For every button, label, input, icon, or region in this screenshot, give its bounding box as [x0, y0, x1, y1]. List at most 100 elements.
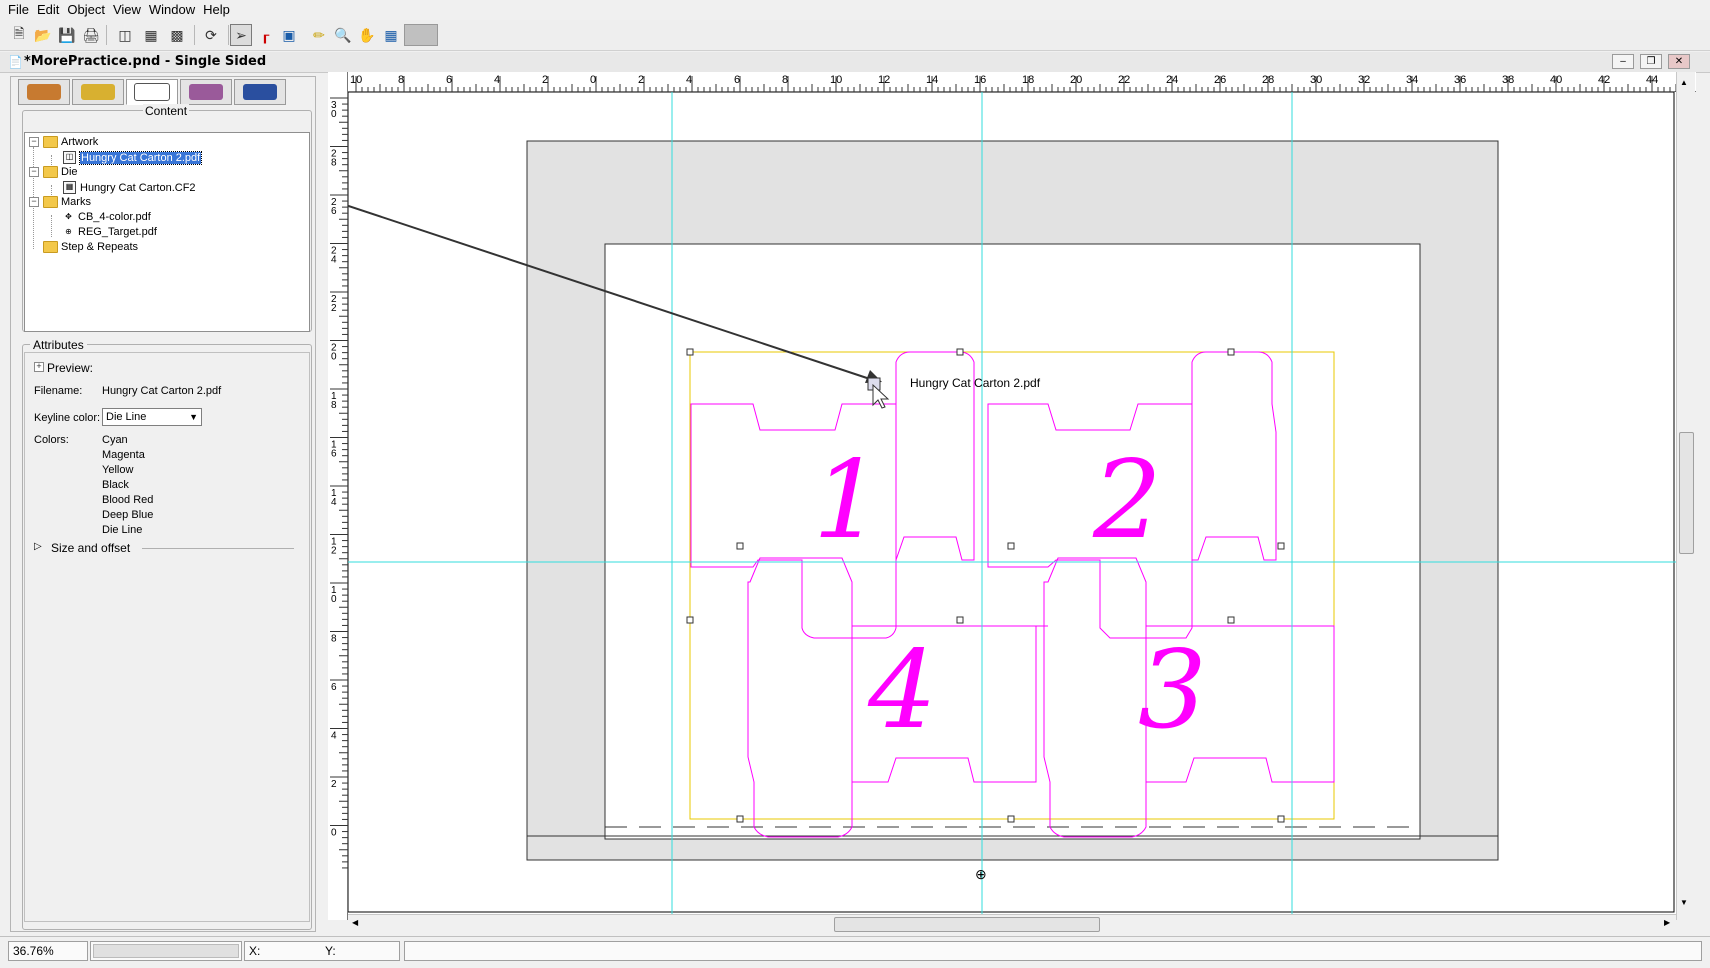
artwork-icon[interactable]: ◫ — [114, 24, 136, 46]
ruler-label: 6 — [331, 682, 337, 693]
color-swatch-icon[interactable] — [404, 24, 438, 46]
ruler-label: 0 — [331, 594, 337, 605]
ruler-label: 2 — [331, 779, 337, 790]
ruler-label: 8 — [398, 74, 404, 86]
keyline-color-select[interactable]: Die Line ▼ — [102, 408, 202, 426]
ruler-label: 42 — [1598, 74, 1610, 86]
ruler-label: 0 — [590, 74, 596, 86]
vertical-scroll-thumb[interactable] — [1679, 432, 1694, 554]
restore-button[interactable]: ❐ — [1640, 54, 1662, 69]
ruler-label: 38 — [1502, 74, 1514, 86]
tree-item-die[interactable]: Die — [43, 166, 78, 178]
scroll-left-icon[interactable]: ◀ — [352, 918, 358, 927]
pointer-tool-icon[interactable]: ➢ — [230, 24, 252, 46]
layout-canvas[interactable]: 1 2 4 3 ⊕ Hungry Cat Carton 2.pdf — [348, 92, 1676, 914]
size-offset-expand-icon[interactable]: ▷ — [34, 541, 42, 552]
menu-file[interactable]: File — [4, 0, 33, 20]
zoom-tool-icon[interactable]: 🔍 — [332, 24, 354, 46]
scroll-up-icon[interactable]: ▲ — [1680, 78, 1688, 87]
colors-label: Colors: — [34, 434, 69, 446]
crop-tool-icon[interactable]: ┎ — [254, 24, 276, 46]
size-offset-label[interactable]: Size and offset — [51, 541, 130, 555]
grid-tool-icon[interactable]: ▦ — [380, 24, 402, 46]
tree-item-step-repeats[interactable]: Step & Repeats — [43, 241, 138, 253]
ruler-label: 30 — [1310, 74, 1322, 86]
align-tool-icon[interactable]: ▣ — [278, 24, 300, 46]
tree-item-artwork[interactable]: Artwork — [43, 136, 98, 148]
ruler-label: 14 — [926, 74, 938, 86]
y-label: Y: — [325, 944, 336, 958]
open-folder-icon[interactable]: 📂 — [32, 24, 54, 46]
folder-icon — [43, 196, 58, 208]
ruler-label: 8 — [331, 158, 337, 169]
ruler-label: 0 — [331, 109, 337, 120]
status-message — [404, 941, 1702, 961]
hand-tool-icon[interactable]: ✋ — [356, 24, 378, 46]
properties-tab[interactable] — [234, 79, 286, 105]
menu-edit[interactable]: Edit — [33, 0, 63, 20]
menu-view[interactable]: View — [109, 0, 145, 20]
vertical-scrollbar[interactable]: ▲ ▼ — [1676, 72, 1695, 920]
ruler-label: 0 — [331, 828, 337, 839]
tree-item-marks[interactable]: Marks — [43, 196, 91, 208]
info-tab-icon — [27, 84, 61, 100]
ruler-label: 32 — [1358, 74, 1370, 86]
vertical-ruler-ticks: 302826242220181614121086420 — [330, 97, 348, 869]
close-button[interactable]: ✕ — [1668, 54, 1690, 69]
horizontal-scrollbar[interactable]: ◀ ▶ — [348, 914, 1676, 933]
ruler-label: 4 — [331, 731, 337, 742]
die-collapse-toggle[interactable]: − — [29, 167, 39, 177]
scroll-right-icon[interactable]: ▶ — [1664, 918, 1670, 927]
color-item: Cyan — [102, 434, 128, 446]
drag-file-label: Hungry Cat Carton 2.pdf — [910, 376, 1041, 390]
document-icon: 📄 — [8, 55, 23, 69]
carton-number-4: 4 — [867, 628, 937, 753]
menu-object[interactable]: Object — [63, 0, 109, 20]
save-icon[interactable]: 💾 — [56, 24, 78, 46]
tree-item-mark-cb[interactable]: ✥ CB_4-color.pdf — [63, 211, 151, 223]
new-document-icon[interactable]: 🗎 — [8, 24, 30, 46]
print-icon[interactable]: 🖨 — [80, 24, 102, 46]
ruler-label: 6 — [331, 206, 337, 217]
content-tab[interactable] — [126, 79, 178, 105]
layout-tab[interactable] — [180, 79, 232, 105]
mark-icon[interactable]: ▩ — [166, 24, 188, 46]
menu-window[interactable]: Window — [145, 0, 199, 20]
menu-help[interactable]: Help — [199, 0, 234, 20]
folder-icon — [43, 166, 58, 178]
ruler-label: 12 — [878, 74, 890, 86]
ruler-label: 10 — [350, 74, 362, 86]
tree-item-mark-reg[interactable]: ⊕ REG_Target.pdf — [63, 226, 157, 238]
horizontal-scroll-thumb[interactable] — [834, 917, 1100, 932]
vertical-ruler[interactable]: 302826242220181614121086420 — [328, 72, 348, 920]
minimize-button[interactable]: – — [1612, 54, 1634, 69]
ruler-label: 36 — [1454, 74, 1466, 86]
tree-item-artwork-file[interactable]: ◫ Hungry Cat Carton 2.pdf — [63, 150, 203, 165]
filename-label: Filename: — [34, 385, 83, 397]
ruler-label: 6 — [331, 449, 337, 460]
artwork-collapse-toggle[interactable]: − — [29, 137, 39, 147]
ruler-label: 34 — [1406, 74, 1418, 86]
horizontal-ruler[interactable]: 10 8 6 4 2 0 2 4 6 8 10 12 14 16 18 20 22 24 26 28 30 32 34 36 3… — [328, 72, 1696, 92]
die-icon[interactable]: ▦ — [140, 24, 162, 46]
ruler-label: 28 — [1262, 74, 1274, 86]
ruler-label: 6 — [734, 74, 740, 86]
preview-expand-toggle[interactable]: + — [34, 362, 44, 372]
svg-text:⊕: ⊕ — [975, 866, 987, 882]
properties-tab-icon — [243, 84, 277, 100]
document-title-bar: 📄 *MorePractice.pnd - Single Sided – ❐ ✕ — [0, 52, 1710, 73]
color-item: Magenta — [102, 449, 145, 461]
ruler-label: 4 — [331, 255, 337, 266]
color-item: Blood Red — [102, 494, 154, 506]
layout-drawing: 1 2 4 3 ⊕ — [348, 92, 1676, 914]
ruler-label: 24 — [1166, 74, 1178, 86]
marks-tab[interactable] — [72, 79, 124, 105]
tree-item-die-file[interactable]: ▦ Hungry Cat Carton.CF2 — [63, 181, 196, 194]
info-tab[interactable] — [18, 79, 70, 105]
refresh-icon[interactable]: ⟳ — [200, 24, 222, 46]
ruler-tool-icon[interactable]: ✏ — [308, 24, 330, 46]
scroll-down-icon[interactable]: ▼ — [1680, 898, 1688, 907]
marks-collapse-toggle[interactable]: − — [29, 197, 39, 207]
preview-label: Preview: — [47, 361, 94, 375]
carton-number-1: 1 — [813, 438, 882, 563]
